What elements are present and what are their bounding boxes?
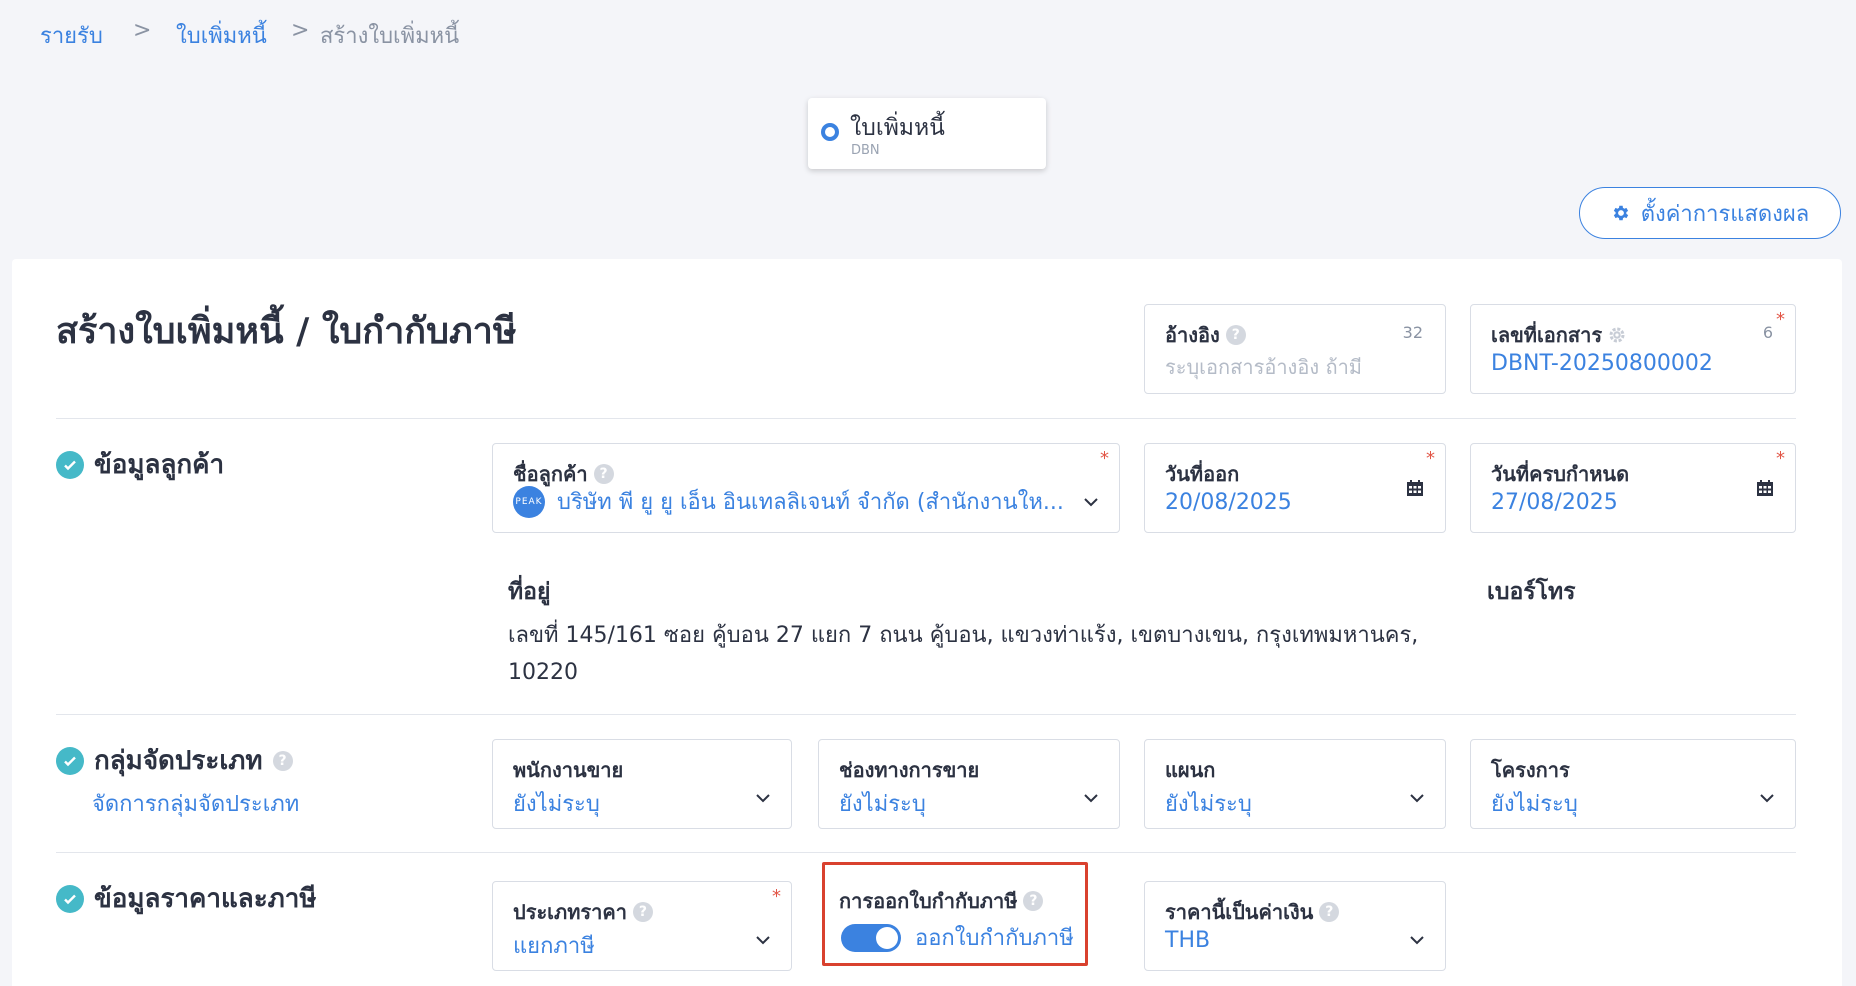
- doc-number-counter: 6: [1762, 323, 1773, 342]
- help-icon[interactable]: ?: [632, 902, 653, 922]
- help-icon[interactable]: ?: [593, 464, 614, 484]
- customer-section-title: ข้อมูลลูกค้า: [56, 444, 224, 485]
- salesperson-value: ยังไม่ระบุ: [513, 792, 600, 817]
- chevron-down-icon: [756, 936, 770, 945]
- tax-invoice-label: การออกใบกำกับภาษี?: [839, 885, 1044, 917]
- department-select[interactable]: แผนก ยังไม่ระบุ: [1144, 739, 1446, 829]
- doc-number-input[interactable]: DBNT-20250800002: [1491, 351, 1713, 376]
- sales-channel-label: ช่องทางการขาย: [839, 758, 980, 782]
- customer-select[interactable]: ชื่อลูกค้า? * PEAK บริษัท พี ยู ยู เอ็น …: [492, 443, 1120, 533]
- reference-input[interactable]: ระบุเอกสารอ้างอิง ถ้ามี: [1165, 351, 1362, 383]
- help-icon[interactable]: ?: [1225, 325, 1246, 345]
- check-circle-icon: [56, 450, 84, 479]
- tax-invoice-toggle-label: ออกใบกำกับภาษี: [915, 926, 1074, 951]
- chevron-down-icon: [1410, 794, 1424, 803]
- section-divider: [56, 418, 1796, 419]
- calendar-icon[interactable]: [1405, 478, 1425, 498]
- chevron-down-icon: [756, 794, 770, 803]
- salesperson-select[interactable]: พนักงานขาย ยังไม่ระบุ: [492, 739, 792, 829]
- breadcrumb-separator: >: [291, 18, 310, 43]
- doc-type-title: ใบเพิ่มหนี้: [850, 115, 945, 141]
- gear-icon[interactable]: [1608, 326, 1626, 344]
- project-label: โครงการ: [1491, 758, 1570, 782]
- issue-date-label: วันที่ออก: [1165, 462, 1240, 486]
- chevron-down-icon: [1084, 498, 1098, 507]
- required-marker: *: [1426, 448, 1435, 469]
- breadcrumb-income[interactable]: รายรับ: [40, 18, 103, 53]
- address-label: ที่อยู่: [508, 579, 551, 605]
- gear-icon: [1613, 205, 1628, 221]
- chevron-down-icon: [1084, 794, 1098, 803]
- due-date-field[interactable]: วันที่ครบกำหนด * 27/08/2025: [1470, 443, 1796, 533]
- doc-number-label: เลขที่เอกสาร: [1491, 319, 1626, 351]
- reference-counter: 32: [1402, 323, 1423, 342]
- phone-label: เบอร์โทร: [1487, 579, 1576, 605]
- required-marker: *: [1776, 309, 1785, 330]
- sales-channel-value: ยังไม่ระบุ: [839, 792, 926, 817]
- check-circle-icon: [56, 884, 84, 913]
- due-date-input[interactable]: 27/08/2025: [1491, 490, 1618, 515]
- salesperson-label: พนักงานขาย: [513, 758, 624, 782]
- help-icon[interactable]: ?: [1023, 891, 1044, 911]
- department-label: แผนก: [1165, 758, 1216, 782]
- group-section-title: กลุ่มจัดประเภท ?: [56, 740, 293, 781]
- breadcrumb-separator: >: [133, 18, 152, 43]
- currency-value: THB: [1165, 928, 1211, 953]
- department-value: ยังไม่ระบุ: [1165, 792, 1252, 817]
- sales-channel-select[interactable]: ช่องทางการขาย ยังไม่ระบุ: [818, 739, 1120, 829]
- project-value: ยังไม่ระบุ: [1491, 792, 1578, 817]
- currency-label: ราคานี้เป็นค่าเงิน?: [1165, 896, 1340, 928]
- customer-value: บริษัท พี ยู ยู เอ็น อินเทลลิเจนท์ จำกัด…: [557, 490, 1064, 515]
- section-divider: [56, 714, 1796, 715]
- manage-groups-link[interactable]: จัดการกลุ่มจัดประเภท: [92, 786, 299, 821]
- doc-number-field[interactable]: เลขที่เอกสาร 6 * DBNT-20250800002: [1470, 304, 1796, 394]
- reference-label: อ้างอิง?: [1165, 319, 1246, 351]
- page-title: สร้างใบเพิ่มหนี้ / ใบกำกับภาษี: [56, 311, 517, 352]
- help-icon[interactable]: ?: [1319, 902, 1340, 922]
- chevron-down-icon: [1410, 936, 1424, 945]
- required-marker: *: [1100, 448, 1109, 469]
- doc-type-chip[interactable]: ใบเพิ่มหนี้ DBN: [808, 98, 1046, 169]
- section-divider: [56, 852, 1796, 853]
- reference-field[interactable]: อ้างอิง? 32 ระบุเอกสารอ้างอิง ถ้ามี: [1144, 304, 1446, 394]
- customer-avatar: PEAK: [513, 485, 545, 518]
- price-section-title: ข้อมูลราคาและภาษี: [56, 878, 317, 919]
- doc-type-code: DBN: [851, 143, 880, 158]
- issue-date-input[interactable]: 20/08/2025: [1165, 490, 1292, 515]
- check-circle-icon: [56, 746, 84, 775]
- required-marker: *: [1776, 448, 1785, 469]
- required-marker: *: [772, 886, 781, 907]
- currency-select[interactable]: ราคานี้เป็นค่าเงิน? THB: [1144, 881, 1446, 971]
- price-type-label: ประเภทราคา?: [513, 896, 653, 928]
- price-type-value: แยกภาษี: [513, 934, 595, 959]
- tax-invoice-toggle[interactable]: [841, 923, 901, 952]
- address-line-2: 10220: [508, 660, 578, 685]
- breadcrumb-debit-notes[interactable]: ใบเพิ่มหนี้: [176, 18, 267, 53]
- due-date-label: วันที่ครบกำหนด: [1491, 462, 1630, 486]
- chevron-down-icon: [1760, 794, 1774, 803]
- help-icon[interactable]: ?: [272, 750, 293, 771]
- breadcrumb-current: สร้างใบเพิ่มหนี้: [320, 24, 460, 49]
- address-line-1: เลขที่ 145/161 ซอย คู้บอน 27 แยก 7 ถนน ค…: [508, 623, 1419, 648]
- calendar-icon[interactable]: [1755, 478, 1775, 498]
- radio-selected-icon: [821, 123, 839, 141]
- display-settings-label: ตั้งค่าการแสดงผล: [1640, 201, 1810, 227]
- display-settings-button[interactable]: ตั้งค่าการแสดงผล: [1579, 187, 1841, 239]
- issue-date-field[interactable]: วันที่ออก * 20/08/2025: [1144, 443, 1446, 533]
- price-type-select[interactable]: ประเภทราคา? * แยกภาษี: [492, 881, 792, 971]
- tax-invoice-toggle-group: การออกใบกำกับภาษี? ออกใบกำกับภาษี: [822, 862, 1088, 966]
- project-select[interactable]: โครงการ ยังไม่ระบุ: [1470, 739, 1796, 829]
